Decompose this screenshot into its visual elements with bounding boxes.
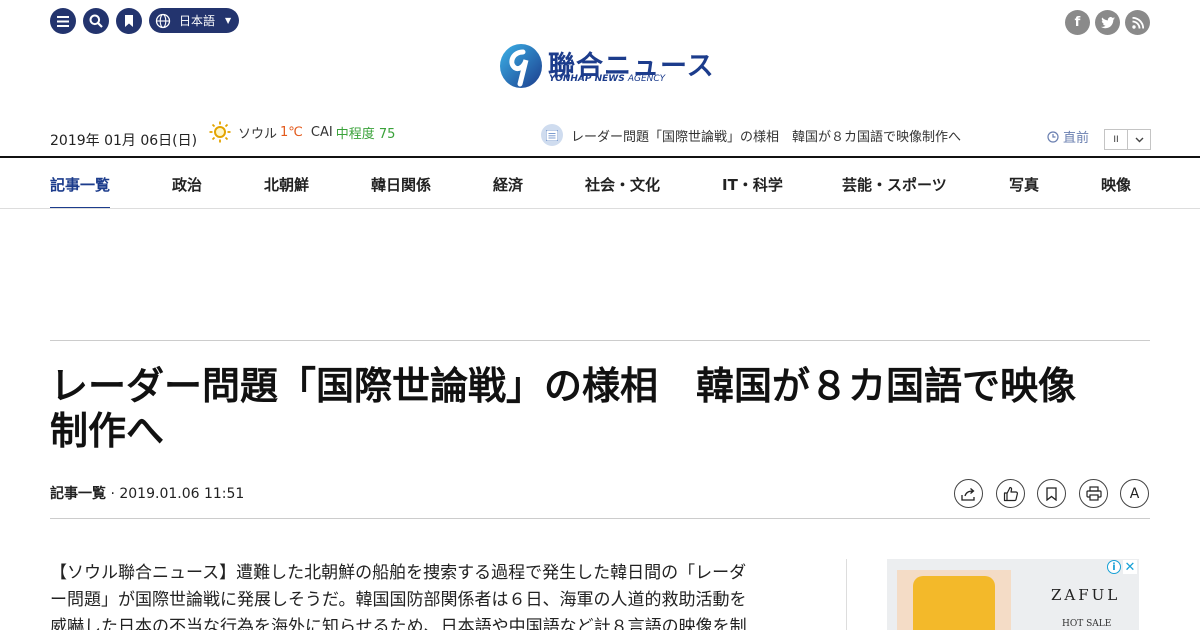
yonhap-logo[interactable]: 聯合ニュース YONHAP NEWS AGENCY bbox=[498, 40, 714, 92]
language-selector[interactable]: 日本語 ▼ bbox=[149, 8, 239, 33]
article-body: 【ソウル聯合ニュース】遭難した北朝鮮の船舶を捜索する過程で発生した韓日間の「レー… bbox=[50, 560, 810, 630]
nav-item-society-culture[interactable]: 社会・文化 bbox=[585, 174, 660, 195]
facebook-icon[interactable]: f bbox=[1065, 10, 1090, 35]
search-button[interactable] bbox=[83, 8, 109, 34]
weather-city: ソウル bbox=[238, 126, 278, 142]
nav-item-economy[interactable]: 経済 bbox=[493, 174, 523, 195]
font-size-button[interactable]: A bbox=[1120, 479, 1149, 508]
language-label: 日本語 bbox=[179, 14, 216, 28]
chevron-down-icon: ▼ bbox=[225, 16, 232, 25]
bookmark-icon bbox=[125, 15, 133, 27]
menu-button[interactable] bbox=[50, 8, 76, 34]
bookmark-button[interactable] bbox=[116, 8, 142, 34]
font-size-icon: A bbox=[1129, 485, 1140, 502]
twitter-icon[interactable] bbox=[1095, 10, 1120, 35]
nav-item-politics[interactable]: 政治 bbox=[172, 174, 202, 195]
article-body-line: ー問題」が国際世論戦に発展しそうだ。韓国国防部関係者は６日、海軍の人道的救助活動… bbox=[50, 590, 747, 610]
article-body-line: 威嚇した日本の不当な行為を海外に知らせるため、日本語や中国語など計８言語の映像を… bbox=[50, 617, 747, 630]
article-meta: 記事一覧 · 2019.01.06 11:51 bbox=[50, 486, 245, 502]
nav-item-north-korea[interactable]: 北朝鮮 bbox=[264, 174, 309, 195]
save-button[interactable] bbox=[1037, 479, 1066, 508]
article-meta-divider bbox=[50, 518, 1150, 519]
ad-product-image bbox=[897, 570, 1011, 630]
nav-item-video[interactable]: 映像 bbox=[1101, 174, 1131, 195]
nav-bottom-border bbox=[0, 208, 1200, 209]
weather-widget[interactable]: ソウル 1℃ CAI 中程度 75 bbox=[208, 121, 396, 143]
search-icon bbox=[89, 14, 103, 28]
chevron-down-icon bbox=[1135, 137, 1143, 142]
nav-item-photos[interactable]: 写真 bbox=[1009, 174, 1039, 195]
nav-top-border bbox=[0, 156, 1200, 158]
nav-item-entertainment-sports[interactable]: 芸能・スポーツ bbox=[842, 174, 947, 195]
share-icon bbox=[960, 487, 975, 501]
article-timestamp: 2019.01.06 11:51 bbox=[119, 486, 245, 502]
ticker-expand-button[interactable] bbox=[1127, 129, 1151, 150]
cai-label: CAI bbox=[310, 124, 333, 140]
advertisement[interactable]: ZAFUL HOT SALE i ✕ bbox=[887, 559, 1139, 630]
news-list-icon bbox=[541, 124, 563, 146]
thumbs-up-icon bbox=[1003, 486, 1018, 501]
ticker-pause-button[interactable]: II bbox=[1104, 129, 1128, 150]
clock-icon bbox=[1047, 130, 1059, 143]
latest-link[interactable]: 直前 bbox=[1047, 127, 1089, 146]
share-button[interactable] bbox=[954, 479, 983, 508]
news-ticker[interactable]: レーダー問題「国際世論戦」の様相 韓国が８カ国語で映像制作へ bbox=[541, 124, 961, 146]
rss-icon[interactable] bbox=[1125, 10, 1150, 35]
close-icon[interactable]: ✕ bbox=[1123, 560, 1137, 575]
nav-item-all-articles[interactable]: 記事一覧 bbox=[50, 174, 110, 195]
ad-brand: ZAFUL bbox=[1051, 586, 1121, 604]
logo-english: YONHAP NEWS AGENCY bbox=[549, 74, 666, 84]
nav-item-it-science[interactable]: IT・科学 bbox=[722, 174, 783, 195]
article-body-line: 【ソウル聯合ニュース】遭難した北朝鮮の船舶を捜索する過程で発生した韓日間の「レー… bbox=[50, 563, 747, 583]
current-date: 2019年 01月 06日(日) bbox=[50, 133, 198, 149]
yonhap-logo-icon bbox=[500, 44, 542, 88]
menu-icon bbox=[57, 15, 69, 27]
globe-icon bbox=[155, 13, 171, 28]
ad-sale-text: HOT SALE bbox=[1062, 619, 1112, 629]
adchoices-icon[interactable]: i bbox=[1107, 560, 1121, 574]
bookmark-icon bbox=[1046, 486, 1057, 501]
cai-value: 中程度 75 bbox=[335, 126, 396, 142]
sun-icon bbox=[209, 121, 231, 143]
latest-label: 直前 bbox=[1063, 131, 1090, 146]
pause-icon: II bbox=[1113, 134, 1119, 145]
weather-temperature: 1℃ bbox=[280, 124, 303, 140]
article-category[interactable]: 記事一覧 bbox=[50, 486, 106, 502]
print-button[interactable] bbox=[1079, 479, 1108, 508]
like-button[interactable] bbox=[996, 479, 1025, 508]
article-headline: レーダー問題「国際世論戦」の様相 韓国が８カ国語で映像 制作へ bbox=[50, 364, 1077, 453]
printer-icon bbox=[1085, 486, 1102, 501]
article-top-divider bbox=[50, 340, 1150, 341]
nav-item-korea-japan[interactable]: 韓日関係 bbox=[371, 174, 431, 195]
ticker-headline[interactable]: レーダー問題「国際世論戦」の様相 韓国が８カ国語で映像制作へ bbox=[571, 126, 961, 145]
column-divider bbox=[846, 559, 847, 630]
